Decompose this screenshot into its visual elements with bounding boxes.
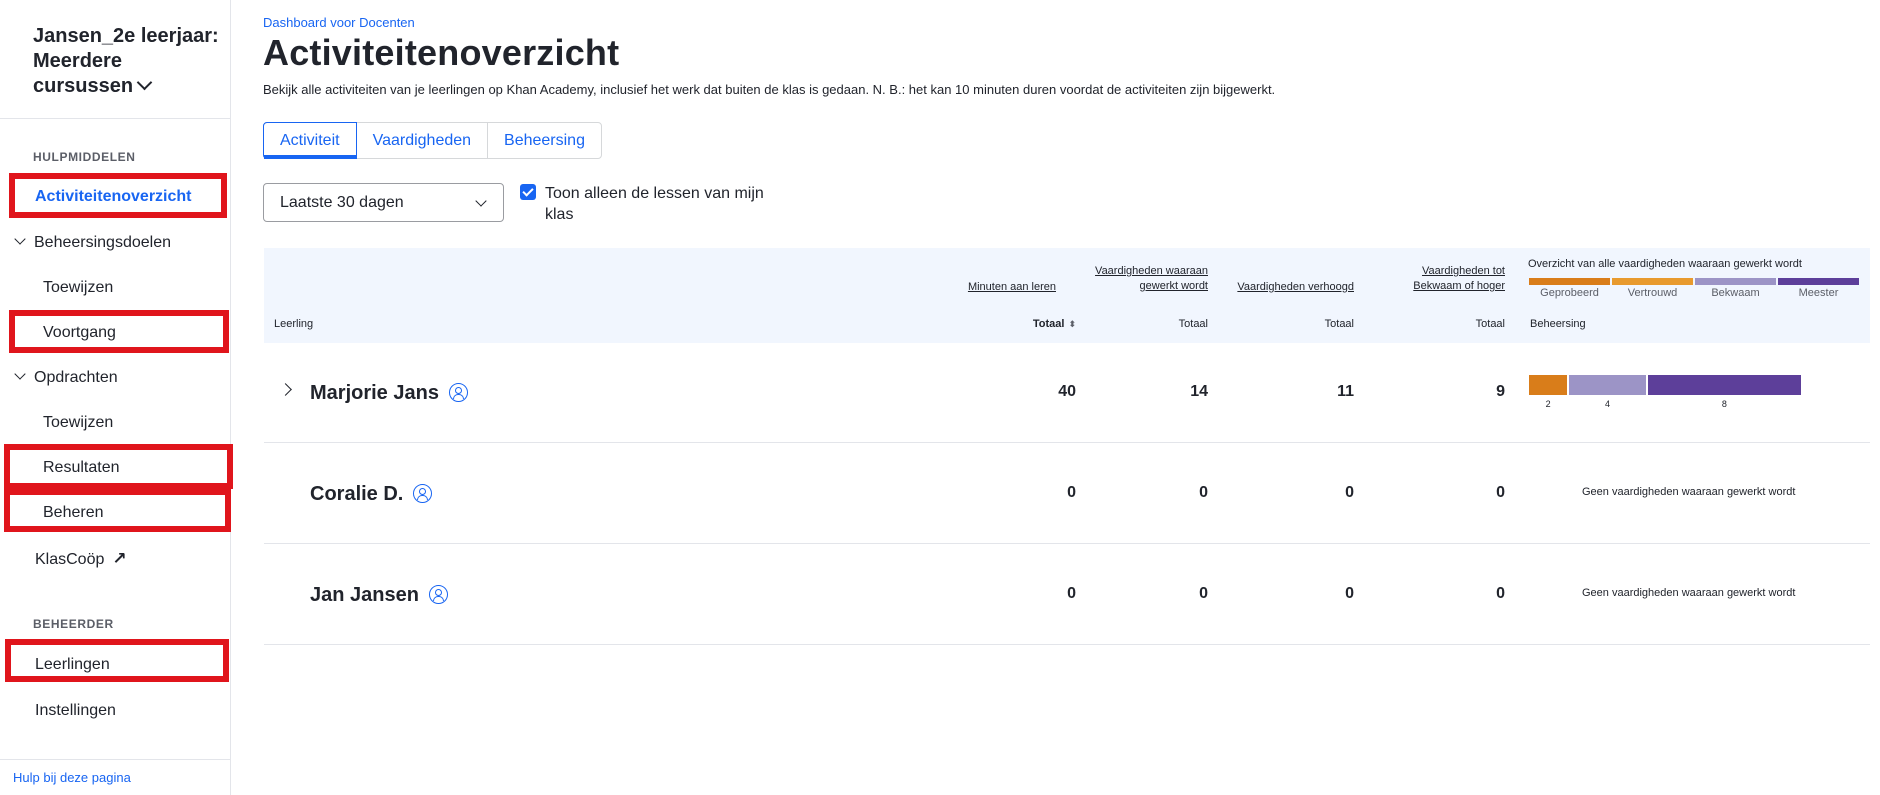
period-dropdown[interactable]: Laatste 30 dagen [263,183,504,222]
student-name[interactable]: Jan Jansen [310,582,448,607]
sidebar-item-label: Beheersingsdoelen [34,234,171,251]
cell-minutes: 0 [1067,484,1076,501]
sidebar-divider [0,759,231,760]
cell-skills-worked: 14 [1190,383,1208,400]
column-sub-minutes[interactable]: Totaal ⬍ [1000,318,1076,330]
sidebar-item-settings[interactable]: Instellingen [35,702,116,720]
sidebar-item-progress[interactable]: Voortgang [43,324,116,342]
tab-skills[interactable]: Vaardigheden [357,123,489,158]
cell-skills-raised: 0 [1345,585,1354,602]
cell-skills-worked: 0 [1199,585,1208,602]
column-sub-skills-proficient: Totaal [1475,318,1505,330]
period-dropdown-value: Laatste 30 dagen [280,193,404,211]
legend-swatch-proficient [1695,278,1776,285]
section-heading-admin: BEHEERDER [33,617,114,631]
external-link-icon: ↗ [112,549,127,568]
mastery-segment-count: 8 [1721,399,1727,409]
column-header-skills-worked[interactable]: Vaardigheden waaraan gewerkt wordt [1070,264,1208,294]
tab-mastery[interactable]: Beheersing [488,123,601,158]
cell-minutes: 0 [1067,585,1076,602]
class-switcher[interactable]: Jansen_2e leerjaar: Meerdere cursussen [33,24,223,99]
cell-minutes: 40 [1058,383,1076,400]
sidebar-item-manage[interactable]: Beheren [43,504,104,522]
column-header-skills-raised[interactable]: Vaardigheden verhoogd [1212,280,1354,295]
column-sub-skills-raised: Totaal [1324,318,1354,330]
tab-bar: Activiteit Vaardigheden Beheersing [263,122,602,159]
page-title: Activiteitenoverzicht [263,32,620,73]
mastery-segment-bekwaam[interactable] [1569,375,1646,395]
breadcrumb[interactable]: Dashboard voor Docenten [263,15,415,30]
student-name-label: Jan Jansen [310,584,419,606]
sidebar-item-assignments-assign[interactable]: Toewijzen [43,414,113,432]
table-row[interactable]: Marjorie Jans 40 14 11 9 2 4 8 [264,343,1870,443]
legend-label-familiar: Vertrouwd [1627,287,1678,299]
mastery-segment-meester[interactable] [1647,375,1801,395]
sidebar-item-mastery-assign[interactable]: Toewijzen [43,279,113,297]
cell-skills-raised: 0 [1345,484,1354,501]
legend-swatch-familiar [1612,278,1693,285]
sidebar-item-label: Opdrachten [34,369,118,386]
cell-skills-worked: 0 [1199,484,1208,501]
no-skills-message: Geen vaardigheden waaraan gewerkt wordt [1582,587,1796,599]
table-row[interactable]: Jan Jansen 0 0 0 0 Geen vaardigheden waa… [264,545,1870,645]
cell-skills-proficient: 0 [1496,585,1505,602]
student-name[interactable]: Marjorie Jans [310,380,468,405]
user-profile-icon[interactable] [428,585,448,604]
user-profile-icon[interactable] [448,383,468,402]
column-sub-label: Totaal [1032,318,1065,330]
sidebar-item-results[interactable]: Resultaten [43,459,120,477]
chevron-down-icon [14,233,26,245]
only-my-lessons-checkbox[interactable] [520,184,536,200]
sidebar-item-mastery-goals[interactable]: Beheersingsdoelen [14,233,171,252]
chevron-down-icon [14,368,26,380]
student-name[interactable]: Coralie D. [310,481,433,506]
legend-label-proficient: Bekwaam [1711,287,1760,299]
sidebar-item-assignments[interactable]: Opdrachten [14,368,118,387]
no-skills-message: Geen vaardigheden waaraan gewerkt wordt [1582,486,1796,498]
mastery-segment-geprobeerd[interactable] [1529,375,1568,395]
table-row[interactable]: Coralie D. 0 0 0 0 Geen vaardigheden waa… [264,444,1870,544]
student-name-label: Coralie D. [310,483,404,505]
chevron-down-icon [136,74,153,91]
page-description: Bekijk alle activiteiten van je leerling… [263,82,1276,97]
section-heading-resources: HULPMIDDELEN [33,150,136,164]
only-my-lessons-label[interactable]: Toon alleen de lessen van mijn klas [545,183,770,225]
student-name-label: Marjorie Jans [310,382,439,404]
cell-skills-proficient: 9 [1496,383,1505,400]
legend-swatch-mastered [1778,278,1859,285]
user-profile-icon[interactable] [413,484,433,503]
sidebar: Jansen_2e leerjaar: Meerdere cursussen H… [0,0,231,795]
sidebar-item-label: KlasCoöp [35,551,105,568]
help-link[interactable]: Hulp bij deze pagina [13,770,131,785]
chevron-right-icon[interactable] [279,383,292,396]
mastery-segment-count: 4 [1605,399,1611,409]
sidebar-divider [0,118,231,119]
sort-icon: ⬍ [1068,318,1076,329]
cell-skills-raised: 11 [1337,383,1354,400]
legend-label-attempted: Geprobeerd [1540,287,1599,299]
mastery-overview-title: Overzicht van alle vaardigheden waaraan … [1528,258,1802,270]
column-header-skills-proficient[interactable]: Vaardigheden tot Bekwaam of hoger [1390,264,1505,294]
cell-skills-proficient: 0 [1496,484,1505,501]
legend-swatch-attempted [1529,278,1610,285]
column-header-minutes[interactable]: Minuten aan leren [940,280,1056,295]
legend-label-mastered: Meester [1798,287,1839,299]
column-sub-skills-worked: Totaal [1178,318,1208,330]
column-sub-mastery: Beheersing [1530,318,1586,330]
column-header-student: Leerling [274,318,314,330]
class-title: Jansen_2e leerjaar: Meerdere cursussen [33,25,219,97]
mastery-segment-count: 2 [1545,399,1551,409]
sidebar-item-students[interactable]: Leerlingen [35,656,110,674]
tab-activity[interactable]: Activiteit [263,122,357,159]
chevron-down-icon [475,195,487,207]
sidebar-item-activity-overview[interactable]: Activiteitenoverzicht [35,188,191,206]
sidebar-item-klascoop[interactable]: KlasCoöp ↗ [35,549,127,569]
